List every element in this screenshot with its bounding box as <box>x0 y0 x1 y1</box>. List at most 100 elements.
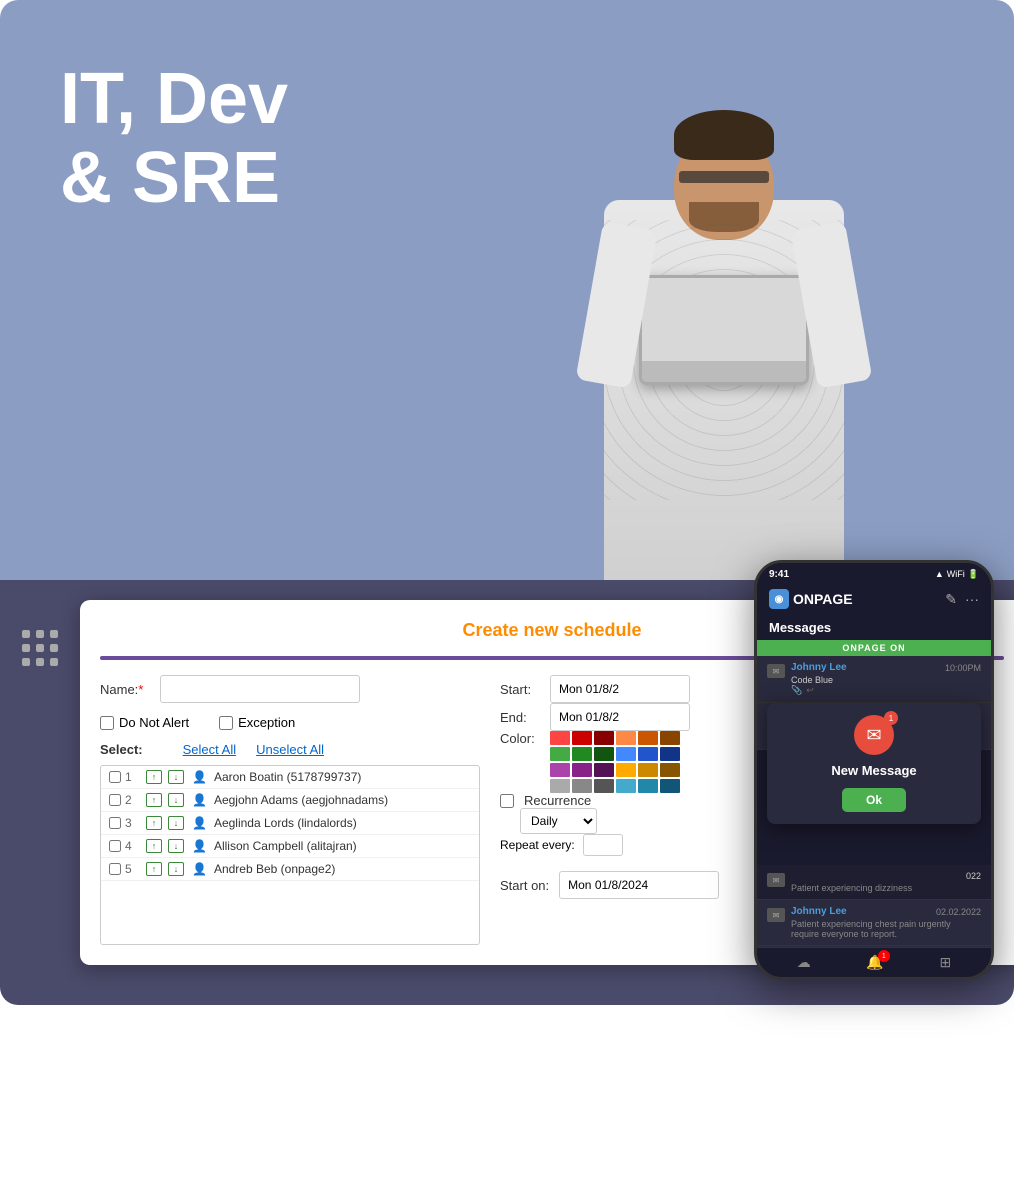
up-arrow-1[interactable]: ↑ <box>146 770 162 784</box>
color-label: Color: <box>500 731 540 746</box>
color-cell[interactable] <box>572 779 592 793</box>
color-cell[interactable] <box>638 763 658 777</box>
start-on-input[interactable] <box>559 871 719 899</box>
members-list[interactable]: 1 ↑ ↓ 👤 Aaron Boatin (5178799737) 2 ↑ ↓ … <box>100 765 480 945</box>
new-message-ok-button[interactable]: Ok <box>842 788 906 812</box>
color-cell[interactable] <box>660 763 680 777</box>
color-cell[interactable] <box>638 731 658 745</box>
dot <box>50 630 58 638</box>
color-cell[interactable] <box>550 763 570 777</box>
color-cell[interactable] <box>638 747 658 761</box>
msg-sender: Johnny Lee <box>791 906 847 917</box>
member-name-4: Allison Campbell (alitajran) <box>214 839 357 853</box>
do-not-alert-checkbox[interactable]: Do Not Alert <box>100 715 189 730</box>
start-label: Start: <box>500 682 540 697</box>
dot <box>22 630 30 638</box>
new-message-popup: ✉ New Message Ok <box>767 703 981 824</box>
msg-sender: Johnny Lee <box>791 662 847 673</box>
color-cell[interactable] <box>550 779 570 793</box>
table-row: 5 ↑ ↓ 👤 Andreb Beb (onpage2) <box>101 858 479 881</box>
start-on-label: Start on: <box>500 878 549 893</box>
color-cell[interactable] <box>616 731 636 745</box>
up-arrow-3[interactable]: ↑ <box>146 816 162 830</box>
color-cell[interactable] <box>616 747 636 761</box>
color-cell[interactable] <box>594 747 614 761</box>
color-cell[interactable] <box>616 763 636 777</box>
msg-subject: Code Blue <box>791 675 981 685</box>
select-all-link[interactable]: Select All <box>183 742 236 757</box>
list-item[interactable]: ✉ 022 Patient experiencing dizziness <box>757 865 991 900</box>
member-checkbox-1[interactable] <box>109 771 121 783</box>
down-arrow-5[interactable]: ↓ <box>168 862 184 876</box>
name-input[interactable] <box>160 675 360 703</box>
color-cell[interactable] <box>660 779 680 793</box>
msg-time: 10:00PM <box>945 663 981 673</box>
status-icons: ▲ WiFi 🔋 <box>935 569 979 580</box>
color-cell[interactable] <box>572 763 592 777</box>
member-name-1: Aaron Boatin (5178799737) <box>214 770 361 784</box>
down-arrow-1[interactable]: ↓ <box>168 770 184 784</box>
start-input[interactable] <box>550 675 690 703</box>
color-cell[interactable] <box>572 731 592 745</box>
down-arrow-2[interactable]: ↓ <box>168 793 184 807</box>
phone-overlay: 9:41 ▲ WiFi 🔋 ◉ ONPAGE ✎ ··· Messages ON… <box>754 560 994 980</box>
reply-icon: ↩ <box>806 685 814 696</box>
cloud-nav-icon[interactable]: ☁ <box>797 954 811 971</box>
edit-icon[interactable]: ✎ <box>945 591 957 608</box>
alert-nav-icon[interactable]: 🔔 1 <box>866 954 883 971</box>
repeat-label: Repeat every: <box>500 838 575 852</box>
message-envelope-icon: ✉ <box>767 664 785 678</box>
new-message-title: New Message <box>779 763 969 778</box>
member-checkbox-5[interactable] <box>109 863 121 875</box>
dot <box>50 644 58 652</box>
dots-grid <box>22 630 58 666</box>
repeat-input[interactable] <box>583 834 623 856</box>
color-cell[interactable] <box>594 779 614 793</box>
end-input[interactable] <box>550 703 690 731</box>
dot <box>50 658 58 666</box>
up-arrow-2[interactable]: ↑ <box>146 793 162 807</box>
recurrence-select[interactable]: Daily Weekly Monthly <box>520 808 597 834</box>
down-arrow-3[interactable]: ↓ <box>168 816 184 830</box>
dot <box>22 644 30 652</box>
color-cell[interactable] <box>572 747 592 761</box>
color-cell[interactable] <box>594 763 614 777</box>
recurrence-label: Recurrence <box>524 793 591 808</box>
new-message-icon: ✉ <box>854 715 894 755</box>
alert-badge: 1 <box>878 950 890 962</box>
member-name-3: Aeglinda Lords (lindalords) <box>214 816 357 830</box>
member-checkbox-4[interactable] <box>109 840 121 852</box>
list-item[interactable]: ✉ Johnny Lee 10:00PM Code Blue 📎 ↩ <box>757 656 991 703</box>
left-column: Name:* Do Not Alert Exception <box>100 675 480 945</box>
unselect-all-link[interactable]: Unselect All <box>256 742 324 757</box>
more-icon[interactable]: ··· <box>965 591 979 608</box>
dot <box>36 630 44 638</box>
down-arrow-4[interactable]: ↓ <box>168 839 184 853</box>
color-cell[interactable] <box>550 731 570 745</box>
msg-num: 022 <box>966 871 981 881</box>
up-arrow-5[interactable]: ↑ <box>146 862 162 876</box>
color-cell[interactable] <box>550 747 570 761</box>
color-cell[interactable] <box>660 731 680 745</box>
message-envelope-icon: ✉ <box>767 873 785 887</box>
member-checkbox-3[interactable] <box>109 817 121 829</box>
color-cell[interactable] <box>594 731 614 745</box>
message-content: Johnny Lee 10:00PM Code Blue 📎 ↩ <box>791 662 981 696</box>
member-icon-1: 👤 <box>192 770 207 784</box>
exception-checkbox[interactable]: Exception <box>219 715 295 730</box>
color-cell[interactable] <box>660 747 680 761</box>
member-icon-4: 👤 <box>192 839 207 853</box>
member-checkbox-2[interactable] <box>109 794 121 806</box>
table-row: 2 ↑ ↓ 👤 Aegjohn Adams (aegjohnadams) <box>101 789 479 812</box>
onpage-logo-icon: ◉ <box>769 589 789 609</box>
list-item[interactable]: ✉ Johnny Lee 02.02.2022 Patient experien… <box>757 900 991 946</box>
color-cell[interactable] <box>638 779 658 793</box>
end-label: End: <box>500 710 540 725</box>
color-cell[interactable] <box>616 779 636 793</box>
phone-app-header: ◉ ONPAGE ✎ ··· <box>757 583 991 615</box>
messages-section: Messages ONPAGE ON <box>757 615 991 656</box>
select-header: Select: Select All Unselect All <box>100 742 480 757</box>
recurrence-checkbox[interactable] <box>500 794 514 808</box>
grid-nav-icon[interactable]: ⊞ <box>939 954 951 971</box>
up-arrow-4[interactable]: ↑ <box>146 839 162 853</box>
